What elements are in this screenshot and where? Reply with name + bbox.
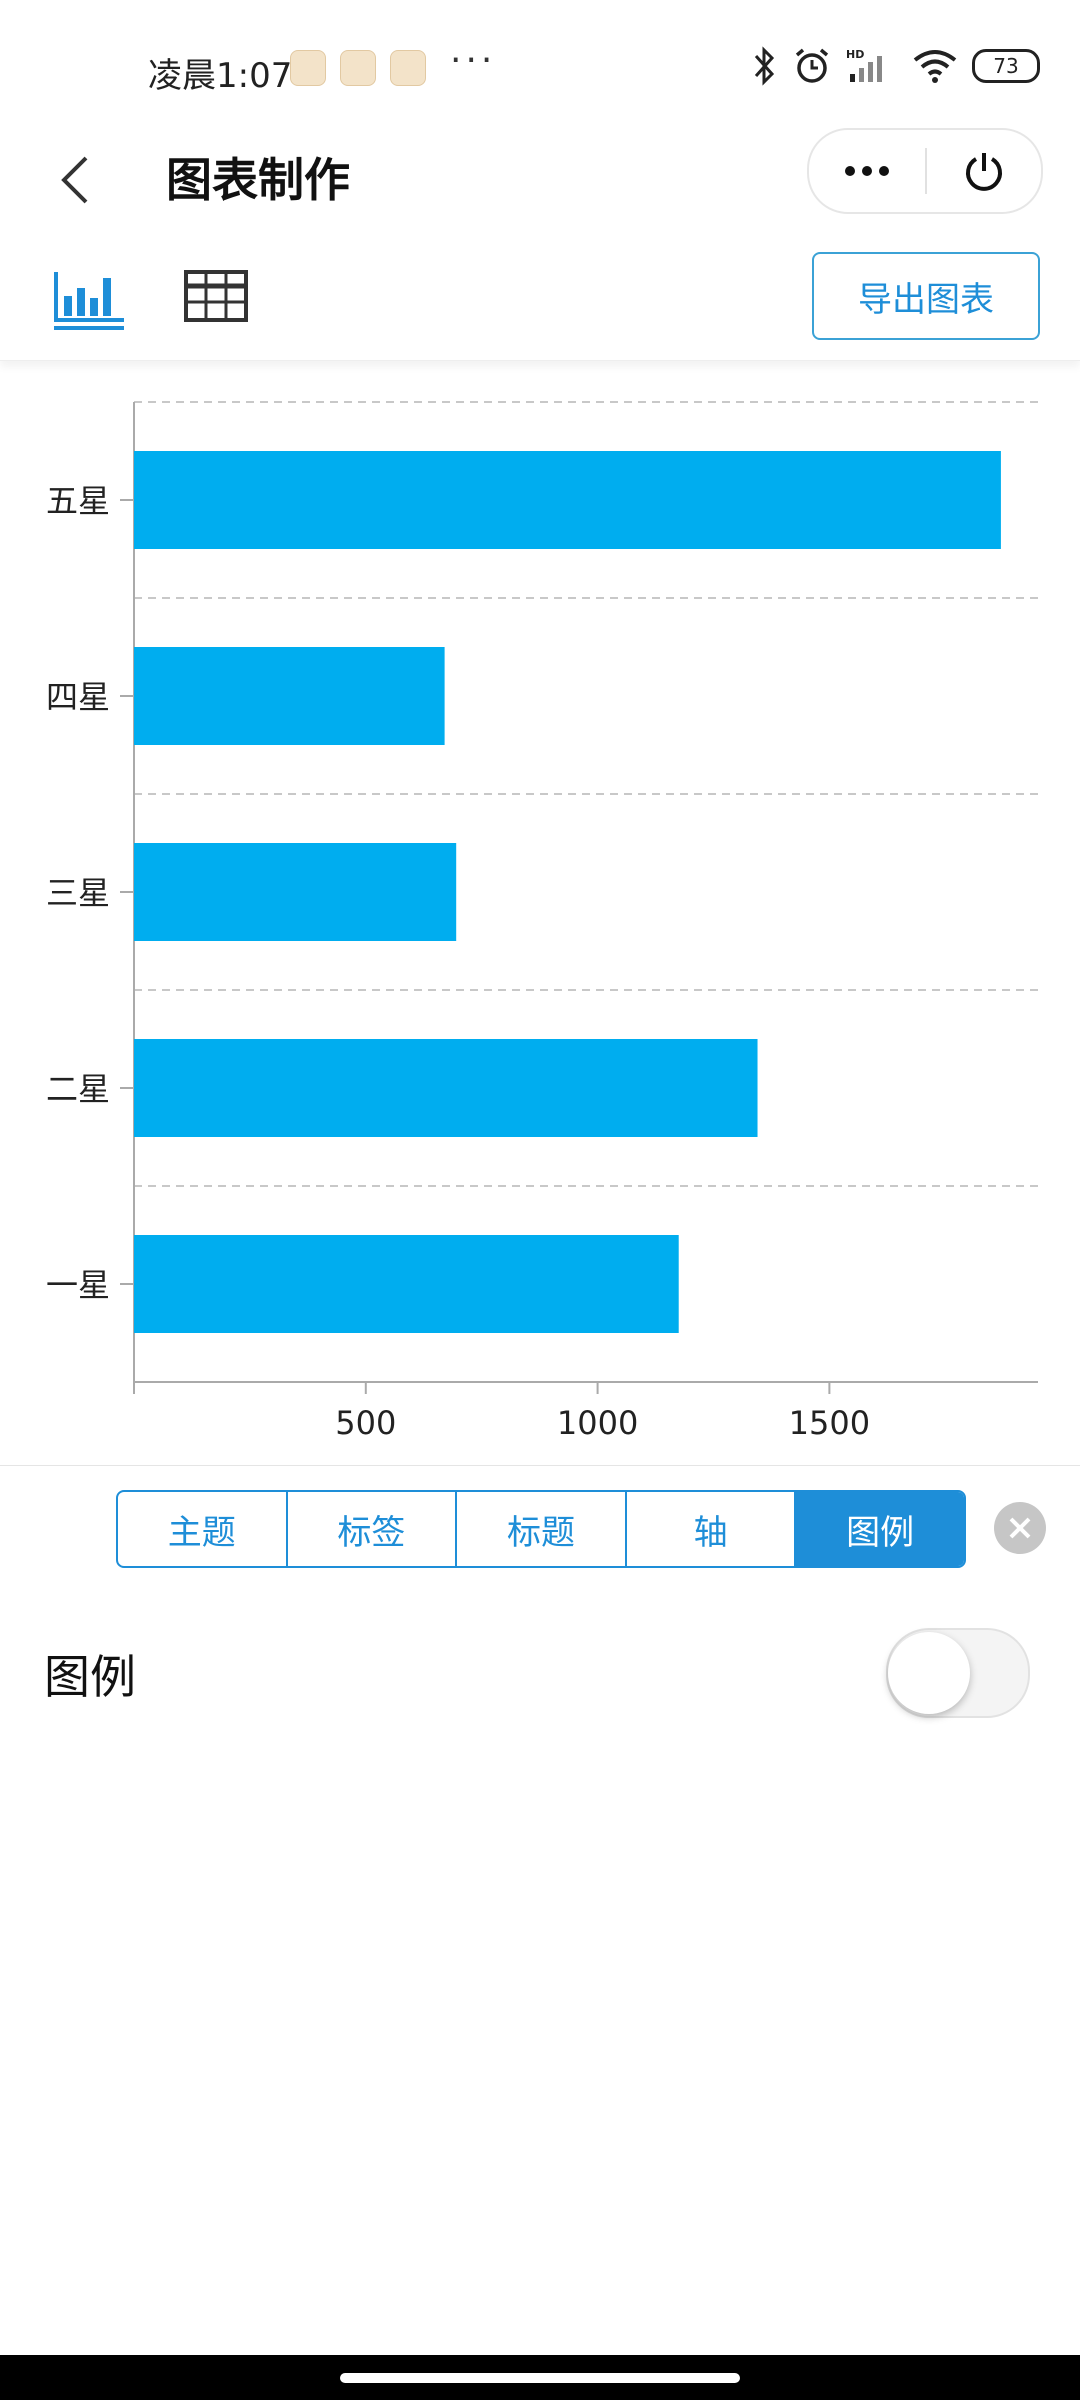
back-arrow-icon[interactable] bbox=[50, 150, 110, 210]
bar bbox=[134, 1235, 679, 1333]
home-gesture-handle[interactable] bbox=[340, 2373, 740, 2383]
bar bbox=[134, 1039, 758, 1137]
app-note-icon bbox=[290, 50, 326, 86]
bar bbox=[134, 843, 457, 941]
y-tick-label: 一星 bbox=[46, 1266, 110, 1304]
title-bar: 图表制作 bbox=[0, 120, 1080, 240]
status-time: 凌晨1:07 bbox=[148, 56, 293, 96]
mini-program-capsule bbox=[807, 128, 1043, 214]
bluetooth-icon bbox=[754, 46, 775, 86]
hd-signal-icon: HD bbox=[846, 48, 882, 82]
app-download-icon bbox=[340, 50, 376, 86]
x-tick-label: 1000 bbox=[557, 1404, 638, 1442]
x-tick-label: 500 bbox=[335, 1404, 396, 1442]
tab-title[interactable]: 标题 bbox=[457, 1492, 627, 1566]
y-tick-label: 二星 bbox=[46, 1070, 110, 1108]
alarm-icon bbox=[795, 48, 829, 83]
wifi-icon bbox=[913, 50, 957, 83]
bar-chart: 五星四星三星二星一星 500 1000 1500 bbox=[46, 401, 1038, 1442]
more-button[interactable] bbox=[809, 130, 925, 212]
power-icon bbox=[966, 153, 1002, 191]
page-title: 图表制作 bbox=[166, 153, 350, 207]
chart-toolbar: 导出图表 bbox=[0, 240, 1080, 361]
settings-tabs: 主题 标签 标题 轴 图例 bbox=[116, 1490, 966, 1568]
y-tick-label: 三星 bbox=[46, 874, 110, 912]
more-dots-icon bbox=[845, 166, 889, 176]
bar-chart-area: 五星四星三星二星一星 500 1000 1500 bbox=[0, 370, 1080, 1460]
battery-icon: 73 bbox=[972, 49, 1040, 83]
y-tick-label: 四星 bbox=[46, 678, 110, 716]
settings-panel: 主题 标签 标题 轴 图例 图例 bbox=[0, 1465, 1080, 2401]
status-bar: 凌晨1:07 ··· HD 73 bbox=[0, 0, 1080, 140]
x-tick-label: 1500 bbox=[789, 1404, 870, 1442]
export-chart-button[interactable]: 导出图表 bbox=[812, 252, 1040, 340]
status-right-icons: HD 73 bbox=[752, 44, 1040, 88]
bar bbox=[134, 451, 1001, 549]
close-icon bbox=[1009, 1517, 1031, 1539]
legend-setting-label: 图例 bbox=[44, 1650, 136, 1704]
bar bbox=[134, 647, 445, 745]
table-icon[interactable] bbox=[176, 262, 256, 332]
legend-toggle[interactable] bbox=[886, 1628, 1030, 1718]
status-more-notifications: ··· bbox=[450, 40, 497, 81]
app-sketch-icon bbox=[390, 50, 426, 86]
tab-axis[interactable]: 轴 bbox=[627, 1492, 797, 1566]
close-program-button[interactable] bbox=[927, 130, 1041, 212]
legend-toggle-knob bbox=[888, 1632, 970, 1714]
tab-theme[interactable]: 主题 bbox=[118, 1492, 288, 1566]
y-tick-label: 五星 bbox=[46, 482, 110, 520]
tab-legend[interactable]: 图例 bbox=[796, 1492, 964, 1566]
close-panel-button[interactable] bbox=[994, 1502, 1046, 1554]
svg-text:HD: HD bbox=[846, 48, 864, 61]
bar-chart-icon[interactable] bbox=[50, 262, 130, 332]
tab-labels[interactable]: 标签 bbox=[288, 1492, 458, 1566]
system-nav-bar bbox=[0, 2355, 1080, 2400]
